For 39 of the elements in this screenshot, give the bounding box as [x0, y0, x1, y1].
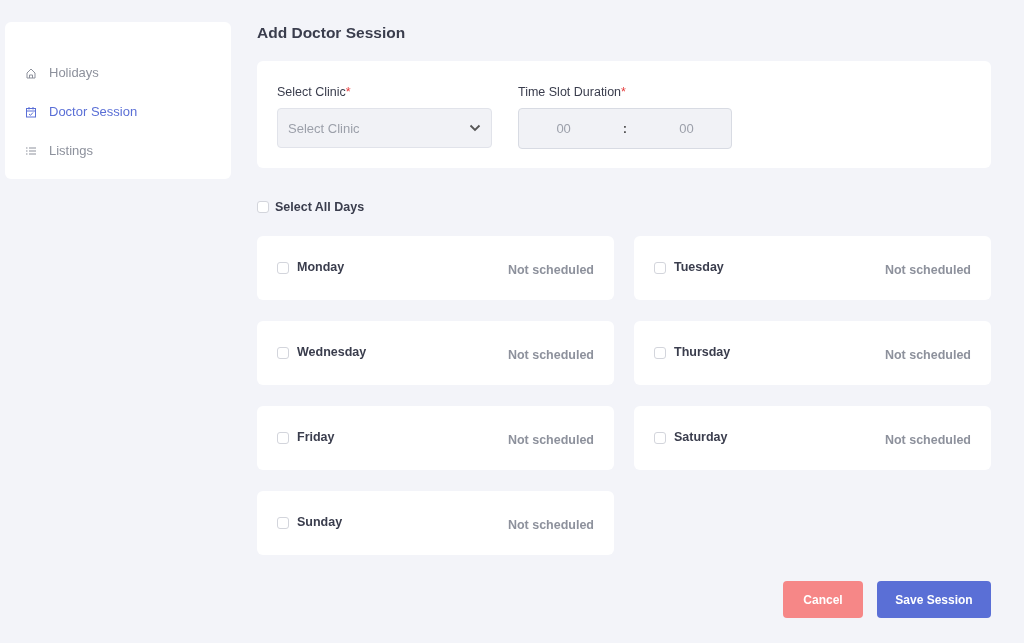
sidebar-item[interactable]: Listings	[25, 131, 231, 170]
schedule-status: Not scheduled	[884, 262, 971, 280]
schedule-status: Not scheduled	[507, 432, 594, 450]
time-separator: :	[622, 120, 628, 139]
schedule-status: Not scheduled	[507, 517, 594, 535]
day-name: Friday	[297, 429, 335, 447]
checkbox[interactable]	[277, 346, 289, 359]
day-name: Thursday	[674, 344, 731, 362]
day-name: Sunday	[297, 514, 343, 532]
clinic-select[interactable]: Select Clinic	[277, 108, 492, 149]
minutes-field[interactable]: 00	[656, 118, 717, 140]
day-name: Tuesday	[674, 259, 724, 277]
checkbox[interactable]	[257, 200, 269, 213]
page-title: Add Doctor Session	[257, 24, 407, 43]
checkbox[interactable]	[277, 431, 289, 444]
day-name: Monday	[297, 259, 345, 277]
schedule-status: Not scheduled	[884, 347, 971, 365]
home-icon	[25, 66, 37, 79]
day-name: Wednesday	[297, 344, 367, 362]
save-button[interactable]: Save Session	[877, 581, 991, 619]
field-label: Time Slot Duration*	[518, 83, 627, 101]
sidebar-item[interactable]: Doctor Session	[25, 92, 231, 131]
calendar-icon	[25, 105, 37, 118]
field-label: Select Clinic*	[277, 83, 352, 101]
checkbox[interactable]	[277, 261, 289, 274]
schedule-status: Not scheduled	[507, 347, 594, 365]
cancel-button[interactable]: Cancel	[783, 581, 863, 619]
day-name: Saturday	[674, 429, 728, 447]
list-icon	[25, 144, 37, 157]
checkbox-label: Select All Days	[275, 198, 365, 216]
sidebar-item[interactable]: Holidays	[25, 53, 231, 92]
schedule-status: Not scheduled	[507, 262, 594, 280]
checkbox[interactable]	[654, 261, 666, 274]
checkbox[interactable]	[654, 431, 666, 444]
schedule-status: Not scheduled	[884, 432, 971, 450]
chevron-down-icon	[469, 124, 481, 133]
checkbox[interactable]	[654, 346, 666, 359]
checkbox[interactable]	[277, 516, 289, 529]
hours-field[interactable]: 00	[533, 118, 594, 140]
